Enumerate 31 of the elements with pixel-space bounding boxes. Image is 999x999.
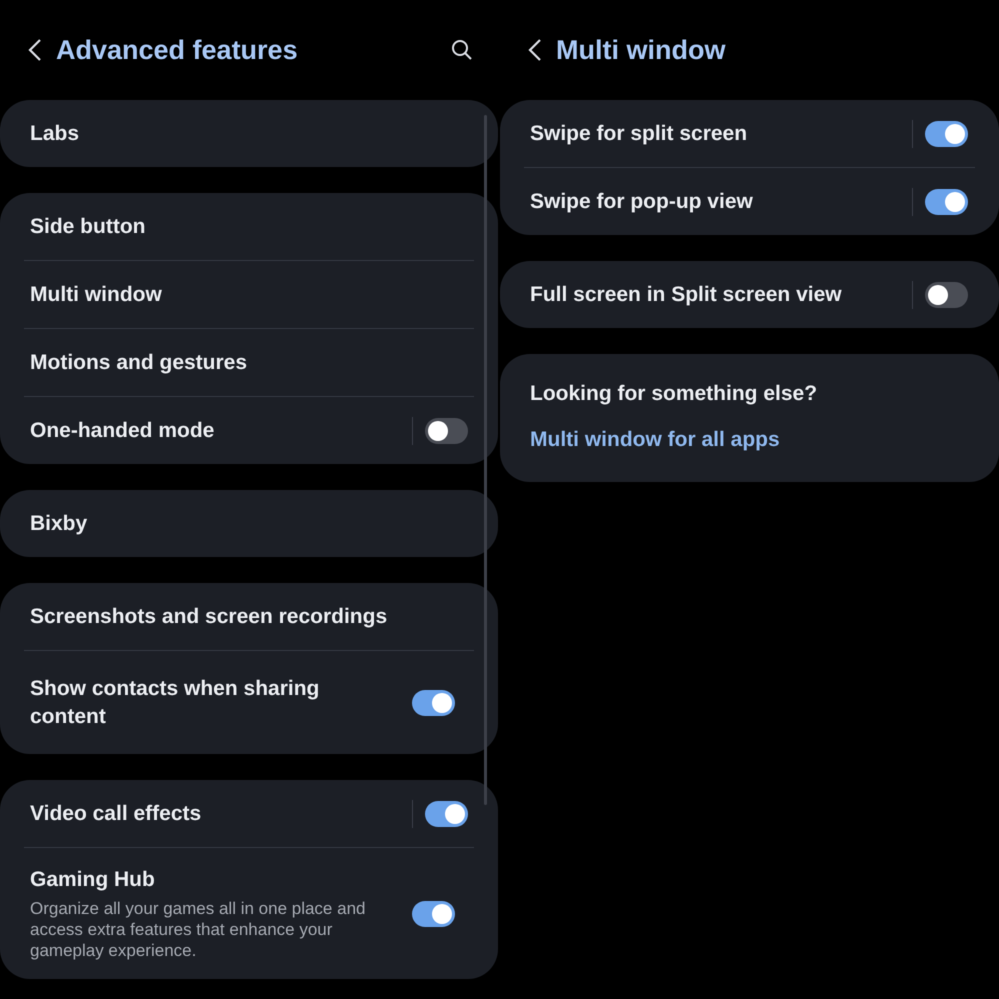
- back-icon: [28, 38, 42, 62]
- toggle-switch[interactable]: [425, 418, 468, 444]
- menu-item[interactable]: Side button: [30, 212, 474, 240]
- page-title: Multi window: [556, 34, 726, 66]
- toggle-switch[interactable]: [412, 690, 455, 716]
- suggestion-heading: Looking for something else?: [530, 382, 818, 406]
- menu-item[interactable]: Multi window: [30, 280, 474, 308]
- search-icon: [450, 38, 474, 62]
- menu-item[interactable]: Screenshots and screen recordings: [30, 602, 474, 630]
- page-title: Advanced features: [56, 34, 299, 66]
- setting-description: Organize all your games all in one place and access extra features that enhance your gameplay experience.: [30, 898, 366, 961]
- setting-label: Full screen in Split screen view: [530, 282, 843, 308]
- toggle-switch[interactable]: [425, 800, 468, 826]
- back-button[interactable]: [28, 38, 42, 62]
- setting-label: Video call effects: [30, 800, 202, 826]
- menu-item[interactable]: Labs: [30, 120, 474, 148]
- setting-label: Swipe for split screen: [530, 120, 748, 146]
- toggle-switch[interactable]: [925, 188, 968, 214]
- setting-label: Swipe for pop-up view: [530, 188, 754, 214]
- toggle-switch[interactable]: [925, 282, 968, 308]
- setting-label: One-handed mode: [30, 418, 216, 444]
- toggle-switch[interactable]: [925, 120, 968, 146]
- setting-label: Show contacts when sharing content: [30, 676, 320, 730]
- search-button[interactable]: [450, 38, 474, 62]
- back-icon: [528, 38, 542, 62]
- back-button[interactable]: [528, 38, 542, 62]
- toggle-switch[interactable]: [412, 900, 455, 926]
- setting-label: Gaming Hub: [30, 867, 156, 893]
- suggestion-link[interactable]: Multi window for all apps: [530, 428, 969, 452]
- menu-item[interactable]: Motions and gestures: [30, 348, 474, 376]
- menu-item[interactable]: Bixby: [30, 510, 474, 538]
